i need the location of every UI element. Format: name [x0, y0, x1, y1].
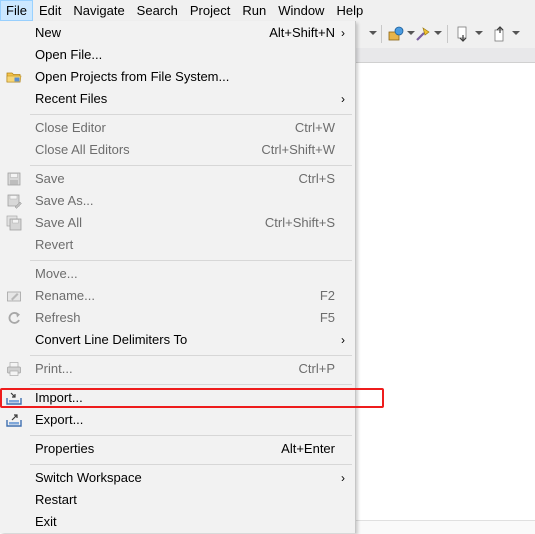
menu-run[interactable]: Run — [236, 0, 272, 21]
menu-item-shortcut: Ctrl+W — [294, 120, 335, 135]
menu-item-shortcut: Ctrl+Shift+W — [261, 142, 335, 157]
menu-item-label: Exit — [35, 514, 57, 529]
menu-item-shortcut: F5 — [319, 310, 335, 325]
rename-icon — [7, 291, 21, 302]
search-tool-icon[interactable] — [415, 26, 431, 42]
menu-item-label: Import... — [35, 390, 83, 405]
menu-bar: File Edit Navigate Search Project Run Wi… — [0, 0, 535, 21]
menu-item-print[interactable]: Print... Ctrl+P — [0, 358, 355, 380]
menu-item-revert[interactable]: Revert — [0, 234, 355, 256]
menu-item-shortcut: Alt+Enter — [281, 441, 335, 456]
refresh-icon — [8, 312, 20, 324]
menu-item-label: Close Editor — [35, 120, 106, 135]
menu-item-import[interactable]: Import... — [0, 387, 355, 409]
open-type-icon[interactable] — [388, 26, 404, 42]
editor-tab-strip — [355, 48, 535, 63]
dropdown-arrow-icon[interactable] — [407, 31, 415, 35]
menu-item-shortcut: Ctrl+Shift+S — [264, 215, 335, 230]
menu-item-new[interactable]: New Alt+Shift+N › — [0, 22, 355, 44]
menu-item-label: Export... — [35, 412, 84, 427]
toolbar-separator — [381, 25, 382, 43]
menu-item-move[interactable]: Move... — [0, 263, 355, 285]
menu-item-label: Print... — [35, 361, 73, 376]
menu-separator — [30, 165, 352, 166]
menu-item-recent-files[interactable]: Recent Files › — [0, 88, 355, 110]
export-icon — [6, 414, 22, 427]
menu-item-close-all-editors[interactable]: Close All Editors Ctrl+Shift+W — [0, 139, 355, 161]
menu-file[interactable]: File — [0, 0, 33, 21]
menu-item-exit[interactable]: Exit — [0, 511, 355, 533]
save-icon — [7, 172, 21, 186]
menu-item-restart[interactable]: Restart — [0, 489, 355, 511]
toolbar-separator — [447, 25, 448, 43]
menu-item-shortcut: Ctrl+P — [298, 361, 335, 376]
menu-item-close-editor[interactable]: Close Editor Ctrl+W — [0, 117, 355, 139]
menu-separator — [30, 384, 352, 385]
menu-help[interactable]: Help — [330, 0, 369, 21]
dropdown-arrow-icon[interactable] — [434, 31, 442, 35]
menu-item-save-as[interactable]: Save As... — [0, 190, 355, 212]
import-icon — [6, 392, 22, 405]
submenu-arrow-icon: › — [341, 333, 345, 347]
menu-item-label: Properties — [35, 441, 95, 456]
save-all-icon — [6, 215, 22, 231]
previous-annotation-icon[interactable] — [492, 26, 508, 42]
submenu-arrow-icon: › — [341, 26, 345, 40]
menu-item-label: Open File... — [35, 47, 103, 62]
menu-item-label: Rename... — [35, 288, 95, 303]
menu-window[interactable]: Window — [272, 0, 330, 21]
menu-separator — [30, 355, 352, 356]
menu-item-save-all[interactable]: Save All Ctrl+Shift+S — [0, 212, 355, 234]
menu-item-label: Restart — [35, 492, 77, 507]
menu-separator — [30, 114, 352, 115]
menu-search[interactable]: Search — [131, 0, 184, 21]
menu-item-convert-line-delimiters[interactable]: Convert Line Delimiters To › — [0, 329, 355, 351]
next-annotation-icon[interactable] — [455, 26, 471, 42]
menu-item-export[interactable]: Export... — [0, 409, 355, 431]
save-as-icon — [7, 194, 22, 209]
menu-item-label: Move... — [35, 266, 78, 281]
menu-item-label: Convert Line Delimiters To — [35, 332, 188, 347]
toolbar — [355, 21, 535, 49]
menu-item-label: Recent Files — [35, 91, 108, 106]
menu-item-switch-workspace[interactable]: Switch Workspace › — [0, 467, 355, 489]
menu-item-label: New — [35, 25, 62, 40]
menu-item-rename[interactable]: Rename... F2 — [0, 285, 355, 307]
menu-item-label: Switch Workspace — [35, 470, 142, 485]
menu-item-refresh[interactable]: Refresh F5 — [0, 307, 355, 329]
print-icon — [7, 362, 21, 376]
menu-item-label: Revert — [35, 237, 74, 252]
menu-item-label: Save All — [35, 215, 82, 230]
menu-separator — [30, 464, 352, 465]
file-menu-dropdown: New Alt+Shift+N › Open File... Open Proj… — [0, 21, 356, 533]
menu-item-open-file[interactable]: Open File... — [0, 44, 355, 66]
menu-item-shortcut: Ctrl+S — [298, 171, 335, 186]
menu-item-label: Open Projects from File System... — [35, 69, 230, 84]
dropdown-arrow-icon[interactable] — [475, 31, 483, 35]
menu-item-label: Close All Editors — [35, 142, 130, 157]
menu-separator — [30, 260, 352, 261]
menu-item-save[interactable]: Save Ctrl+S — [0, 168, 355, 190]
menu-item-open-projects[interactable]: Open Projects from File System... — [0, 66, 355, 88]
menu-item-properties[interactable]: Properties Alt+Enter — [0, 438, 355, 460]
menu-navigate[interactable]: Navigate — [67, 0, 130, 21]
submenu-arrow-icon: › — [341, 471, 345, 485]
menu-separator — [30, 435, 352, 436]
bottom-panel-edge — [355, 520, 535, 534]
dropdown-arrow-icon[interactable] — [512, 31, 520, 35]
menu-item-label: Save As... — [35, 193, 94, 208]
dropdown-arrow-icon[interactable] — [369, 31, 377, 35]
menu-project[interactable]: Project — [184, 0, 236, 21]
menu-item-label: Save — [35, 171, 65, 186]
menu-edit[interactable]: Edit — [33, 0, 67, 21]
menu-item-shortcut: Alt+Shift+N — [269, 25, 335, 40]
menu-item-label: Refresh — [35, 310, 81, 325]
folder-icon — [6, 72, 22, 83]
menu-item-shortcut: F2 — [319, 288, 335, 303]
submenu-arrow-icon: › — [341, 92, 345, 106]
